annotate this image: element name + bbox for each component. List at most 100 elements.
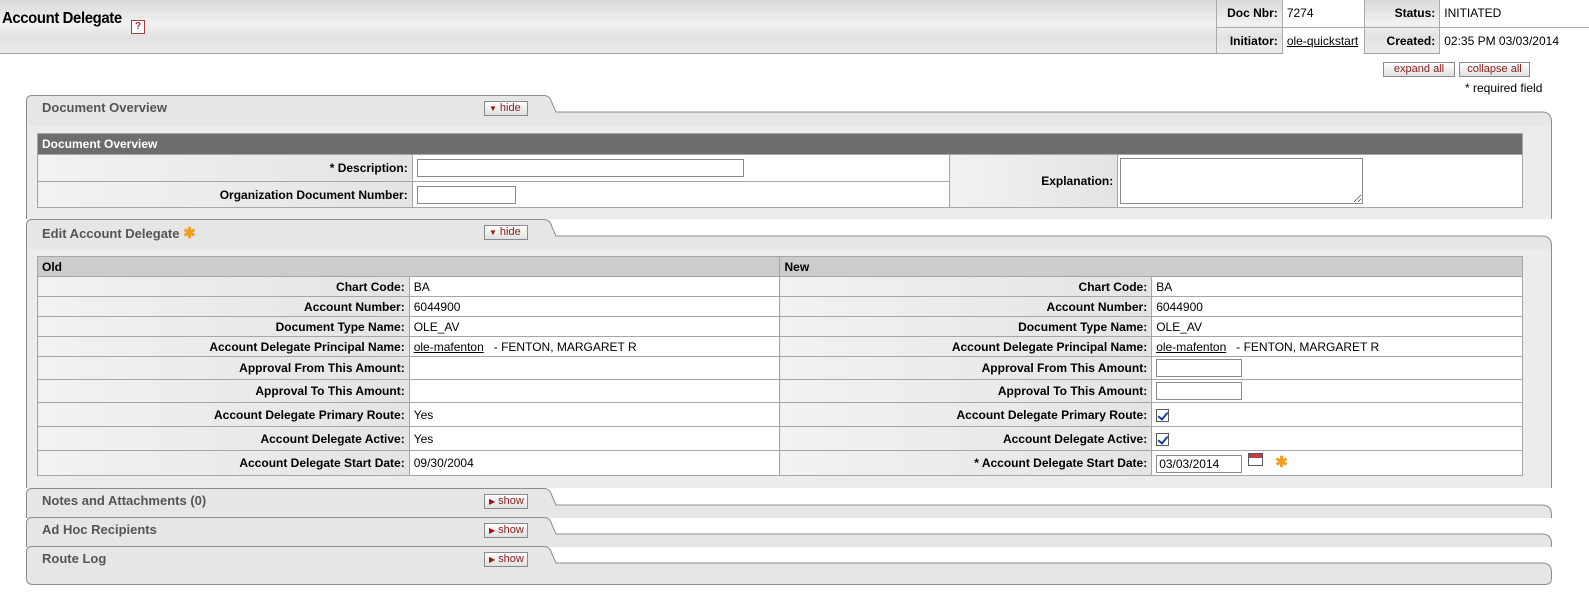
old-doc-type-label: Document Type Name:: [37, 316, 410, 337]
help-icon[interactable]: ?: [131, 20, 145, 34]
calendar-icon[interactable]: [1248, 453, 1264, 467]
old-chart-code-value: BA: [408, 276, 781, 297]
new-start-date-label: * Account Delegate Start Date:: [779, 450, 1153, 476]
delegate-table: Old New Chart Code: BA Chart Code: BA Ac…: [36, 256, 1523, 476]
new-account-number-value: 6044900: [1151, 296, 1523, 317]
old-start-date-label: Account Delegate Start Date:: [37, 450, 410, 476]
hide-label: hide: [499, 102, 521, 114]
new-principal-link[interactable]: ole-mafenton: [1156, 340, 1226, 354]
page-title: Account Delegate: [2, 10, 122, 27]
page-header: Account Delegate ? Doc Nbr: 7274 Status:…: [0, 0, 1589, 54]
new-chart-code-label: Chart Code:: [779, 276, 1153, 297]
active-checkbox[interactable]: [1156, 432, 1170, 446]
tab-shape: [26, 546, 1552, 585]
document-info: Doc Nbr: 7274 Status: INITIATED Initiato…: [1216, 0, 1589, 54]
created-label: Created:: [1363, 27, 1440, 54]
description-input[interactable]: [416, 159, 744, 177]
old-principal-label: Account Delegate Principal Name:: [37, 336, 410, 357]
old-account-number-label: Account Number:: [37, 296, 410, 317]
explanation-textarea[interactable]: [1120, 158, 1364, 204]
old-column-header: Old: [36, 256, 781, 277]
old-approval-to-label: Approval To This Amount:: [37, 379, 410, 403]
new-active-label: Account Delegate Active:: [779, 426, 1153, 451]
new-column-header: New: [779, 256, 1523, 277]
document-overview-table: Document Overview * Description: Explana…: [37, 133, 1523, 208]
tab-notes-attachments-title: Notes and Attachments (0): [42, 493, 207, 508]
new-principal-cell: ole-mafenton - FENTON, MARGARET R: [1151, 336, 1523, 357]
tab-document-overview: Document Overview ▼ hide: [26, 95, 1552, 125]
old-approval-to-value: [408, 379, 781, 403]
edit-delegate-panel: Old New Chart Code: BA Chart Code: BA Ac…: [26, 249, 1552, 488]
new-approval-to-label: Approval To This Amount:: [779, 379, 1153, 403]
triangle-right-icon: ▶: [489, 555, 496, 564]
new-principal-label: Account Delegate Principal Name:: [779, 336, 1153, 357]
document-overview-hide-button[interactable]: ▼ hide: [484, 101, 528, 116]
new-doc-type-label: Document Type Name:: [779, 316, 1153, 337]
start-date-input[interactable]: [1156, 454, 1243, 473]
new-account-number-label: Account Number:: [779, 296, 1153, 317]
triangle-down-icon: ▼: [489, 228, 497, 237]
doc-nbr-value: 7274: [1281, 0, 1365, 28]
old-principal-link[interactable]: ole-mafenton: [414, 340, 484, 354]
old-approval-from-label: Approval From This Amount:: [37, 356, 410, 380]
old-start-date-value: 09/30/2004: [408, 450, 781, 476]
tab-adhoc-recipients-title: Ad Hoc Recipients: [42, 522, 157, 537]
old-primary-route-label: Account Delegate Primary Route:: [37, 402, 410, 427]
new-principal-name: - FENTON, MARGARET R: [1232, 339, 1380, 354]
tab-title-text: Edit Account Delegate: [42, 226, 180, 241]
edit-delegate-hide-button[interactable]: ▼ hide: [484, 225, 528, 240]
old-active-value: Yes: [408, 426, 781, 451]
new-chart-code-value: BA: [1151, 276, 1523, 297]
triangle-down-icon: ▼: [489, 104, 497, 113]
required-asterisk-icon: ✱: [183, 225, 196, 242]
new-doc-type-value: OLE_AV: [1151, 316, 1523, 337]
required-asterisk-icon: ✱: [1275, 454, 1288, 472]
initiator-link[interactable]: ole-quickstart: [1287, 34, 1358, 48]
show-label: show: [498, 553, 524, 565]
old-doc-type-value: OLE_AV: [408, 316, 781, 337]
approval-from-input[interactable]: [1156, 359, 1243, 377]
status-value: INITIATED: [1439, 0, 1589, 28]
document-overview-panel: Document Overview * Description: Explana…: [26, 125, 1552, 219]
old-principal-cell: ole-mafenton - FENTON, MARGARET R: [408, 336, 781, 357]
tab-edit-account-delegate-title: Edit Account Delegate ✱: [42, 224, 196, 242]
old-principal-name: - FENTON, MARGARET R: [490, 339, 637, 354]
tab-shape: [26, 219, 1552, 249]
new-primary-route-label: Account Delegate Primary Route:: [779, 402, 1153, 427]
old-chart-code-label: Chart Code:: [37, 276, 410, 297]
expand-all-button[interactable]: expand all: [1383, 62, 1455, 77]
explanation-label: Explanation:: [949, 154, 1119, 208]
old-account-number-value: 6044900: [408, 296, 781, 317]
doc-nbr-label: Doc Nbr:: [1216, 0, 1283, 28]
hide-label: hide: [499, 226, 521, 238]
notes-show-button[interactable]: ▶ show: [484, 494, 528, 509]
tab-document-overview-title: Document Overview: [42, 100, 167, 115]
document-overview-section-title: Document Overview: [37, 133, 1523, 155]
primary-route-checkbox[interactable]: [1156, 408, 1170, 422]
triangle-right-icon: ▶: [489, 526, 496, 535]
triangle-right-icon: ▶: [489, 497, 496, 506]
tab-adhoc-recipients: Ad Hoc Recipients ▶ show: [26, 517, 1552, 547]
tab-shape: [26, 517, 1552, 547]
tab-notes-attachments: Notes and Attachments (0) ▶ show: [26, 488, 1552, 518]
org-doc-number-label: Organization Document Number:: [37, 181, 413, 208]
collapse-all-button[interactable]: collapse all: [1459, 62, 1530, 77]
show-label: show: [498, 495, 524, 507]
old-approval-from-value: [408, 356, 781, 380]
route-log-show-button[interactable]: ▶ show: [484, 552, 528, 567]
status-label: Status:: [1363, 0, 1440, 28]
new-approval-from-label: Approval From This Amount:: [779, 356, 1153, 380]
required-field-note: * required field: [1465, 81, 1543, 95]
initiator-label: Initiator:: [1216, 27, 1283, 54]
created-value: 02:35 PM 03/03/2014: [1439, 27, 1589, 54]
tab-edit-account-delegate: Edit Account Delegate ✱ ▼ hide: [26, 219, 1552, 249]
adhoc-show-button[interactable]: ▶ show: [484, 523, 528, 538]
old-active-label: Account Delegate Active:: [37, 426, 410, 451]
tab-shape: [26, 488, 1552, 518]
org-doc-number-input[interactable]: [416, 185, 516, 204]
tab-route-log-title: Route Log: [42, 551, 107, 566]
tab-route-log: Route Log ▶ show: [26, 546, 1552, 586]
approval-to-input[interactable]: [1156, 382, 1243, 400]
description-label: * Description:: [37, 154, 413, 182]
tab-shape: [26, 95, 1552, 125]
